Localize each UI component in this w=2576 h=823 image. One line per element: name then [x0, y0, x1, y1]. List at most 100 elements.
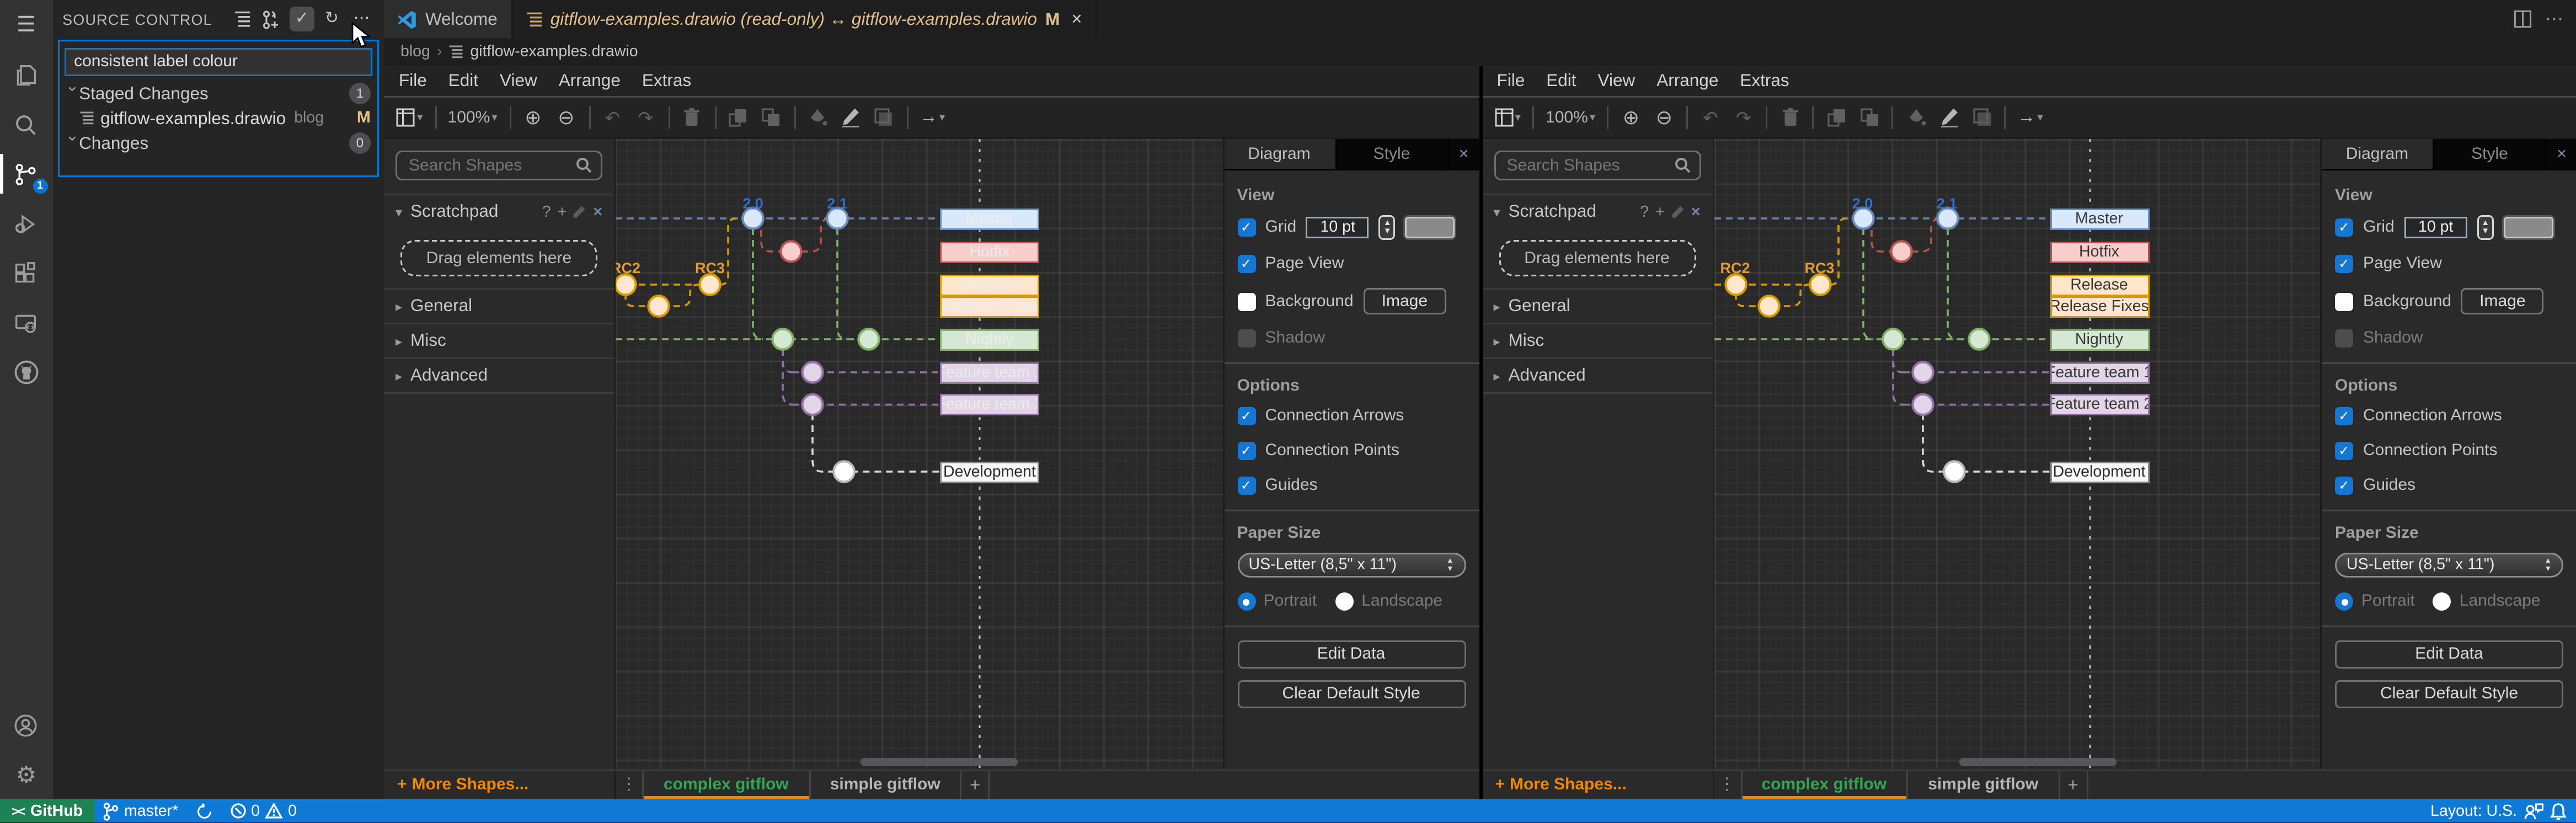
- scratchpad-dropzone[interactable]: Drag elements here: [1499, 240, 1696, 276]
- zoom-out-icon[interactable]: ⊖: [555, 104, 577, 131]
- run-debug-icon[interactable]: [0, 199, 52, 248]
- branch-label-hotfix[interactable]: Hotfix: [2050, 241, 2149, 263]
- staged-changes-row[interactable]: › Staged Changes 1: [52, 81, 384, 106]
- scratchpad-close-icon[interactable]: ×: [1691, 203, 1701, 221]
- menu-view[interactable]: View: [500, 71, 537, 91]
- redo-icon[interactable]: ↷: [635, 104, 656, 131]
- branch-label-hotfix[interactable]: Hotfix: [940, 241, 1039, 263]
- menu-arrange[interactable]: Arrange: [1656, 71, 1718, 91]
- grid-checkbox[interactable]: ✓: [2335, 218, 2353, 237]
- tab-diagram[interactable]: Diagram: [1224, 139, 1337, 169]
- zoom-out-icon[interactable]: ⊖: [1653, 104, 1675, 131]
- fill-color-icon[interactable]: [1905, 104, 1926, 131]
- guides-checkbox[interactable]: ✓: [2335, 477, 2353, 495]
- staged-file-row[interactable]: gitflow-examples.drawio blog M: [52, 106, 384, 131]
- page-tab-complex-gitflow[interactable]: complex gitflow: [1740, 771, 1907, 799]
- menu-arrange[interactable]: Arrange: [559, 71, 621, 91]
- grid-size-input[interactable]: 10 pt: [2404, 217, 2467, 238]
- paper-size-select[interactable]: US-Letter (8,5" x 11") ▲▼: [2335, 553, 2563, 578]
- connection-style-icon[interactable]: →▾: [2017, 104, 2043, 131]
- edit-data-button[interactable]: Edit Data: [2335, 640, 2563, 669]
- connection-style-icon[interactable]: →▾: [920, 104, 945, 131]
- tab-style[interactable]: Style: [1337, 139, 1449, 169]
- grid-checkbox[interactable]: ✓: [1237, 218, 1255, 237]
- horizontal-scrollbar[interactable]: [861, 758, 1018, 766]
- diagram-canvas[interactable]: RC2 RC3 2.0 2.1 Master Hotfix Release Re…: [1714, 139, 2321, 769]
- menu-extras[interactable]: Extras: [1740, 71, 1789, 91]
- format-close-icon[interactable]: ×: [2547, 139, 2576, 169]
- branch-label-release[interactable]: Release: [2050, 274, 2149, 296]
- format-close-icon[interactable]: ×: [1449, 139, 1479, 169]
- scratchpad-section[interactable]: ▾ Scratchpad ? + ×: [1482, 194, 1712, 228]
- explorer-icon[interactable]: [0, 50, 52, 99]
- scratchpad-help-icon[interactable]: ?: [542, 203, 551, 221]
- scratchpad-edit-icon[interactable]: [1671, 205, 1685, 218]
- sync-button[interactable]: [186, 802, 221, 820]
- delete-icon[interactable]: [681, 104, 703, 131]
- account-icon[interactable]: [0, 700, 52, 750]
- tab-style[interactable]: Style: [2434, 139, 2547, 169]
- redo-icon[interactable]: ↷: [1733, 104, 1754, 131]
- more-shapes-button[interactable]: + More Shapes...: [1482, 771, 1714, 799]
- clear-default-style-button[interactable]: Clear Default Style: [2335, 680, 2563, 708]
- connection-points-checkbox[interactable]: ✓: [2335, 442, 2353, 460]
- line-color-icon[interactable]: [1938, 104, 1959, 131]
- pages-menu-icon[interactable]: ⋮: [1714, 771, 1740, 799]
- shapes-section-advanced[interactable]: ▸ Advanced: [1482, 357, 1712, 392]
- shapes-section-misc[interactable]: ▸ Misc: [1482, 323, 1712, 357]
- portrait-radio[interactable]: [1237, 592, 1255, 611]
- connection-points-checkbox[interactable]: ✓: [1237, 442, 1255, 460]
- commit-message-input[interactable]: [64, 48, 372, 76]
- editor-more-actions-icon[interactable]: ⋯: [2545, 8, 2563, 30]
- branch-label-development[interactable]: Development: [940, 461, 1039, 483]
- portrait-radio[interactable]: [2335, 592, 2353, 611]
- page-tab-simple-gitflow[interactable]: simple gitflow: [1906, 771, 2058, 799]
- undo-icon[interactable]: ↶: [1699, 104, 1721, 131]
- breadcrumb[interactable]: blog › gitflow-examples.drawio: [384, 39, 2576, 66]
- to-back-icon[interactable]: [761, 104, 782, 131]
- delete-icon[interactable]: [1779, 104, 1800, 131]
- landscape-radio[interactable]: [1335, 592, 1353, 611]
- tab-welcome[interactable]: Welcome: [384, 0, 512, 39]
- image-button[interactable]: Image: [1364, 288, 1446, 314]
- split-editor-icon[interactable]: [2514, 10, 2532, 28]
- branch-label-feature-team-2[interactable]: Feature team 2: [2050, 394, 2149, 415]
- branch-label-development[interactable]: Development: [2050, 461, 2149, 483]
- branch-label-feature-team-1[interactable]: Feature team 1: [940, 362, 1039, 383]
- shapes-section-general[interactable]: ▸ General: [384, 288, 614, 323]
- branch-label-nightly[interactable]: Nightly: [2050, 329, 2149, 350]
- shape-search[interactable]: [1494, 151, 1701, 180]
- changes-row[interactable]: › Changes 0: [52, 131, 384, 156]
- feedback-icon[interactable]: [2524, 802, 2543, 820]
- view-as-list-icon[interactable]: [230, 7, 255, 31]
- page-view-checkbox[interactable]: ✓: [1237, 255, 1255, 273]
- scratchpad-section[interactable]: ▾ Scratchpad ? + ×: [384, 194, 614, 228]
- shadow-checkbox[interactable]: [2335, 329, 2353, 348]
- to-front-icon[interactable]: [1825, 104, 1847, 131]
- guides-checkbox[interactable]: ✓: [1237, 477, 1255, 495]
- background-checkbox[interactable]: [2335, 292, 2353, 311]
- menu-extras[interactable]: Extras: [642, 71, 691, 91]
- scratchpad-help-icon[interactable]: ?: [1640, 203, 1649, 221]
- connection-arrows-checkbox[interactable]: ✓: [2335, 407, 2353, 425]
- shapes-section-general[interactable]: ▸ General: [1482, 288, 1712, 323]
- line-color-icon[interactable]: [840, 104, 862, 131]
- branch-label-feature-team-1[interactable]: Feature team 1: [2050, 362, 2149, 383]
- page-tab-simple-gitflow[interactable]: simple gitflow: [809, 771, 960, 799]
- extensions-icon[interactable]: [0, 248, 52, 298]
- branch-label-nightly[interactable]: Nightly: [940, 329, 1039, 350]
- page-tab-complex-gitflow[interactable]: complex gitflow: [642, 771, 809, 799]
- scratchpad-add-icon[interactable]: +: [558, 203, 567, 221]
- scratchpad-close-icon[interactable]: ×: [593, 203, 602, 221]
- menu-file[interactable]: File: [1497, 71, 1525, 91]
- branch-label-feature-team-2[interactable]: Feature team 2: [940, 394, 1039, 415]
- zoom-level-dropdown[interactable]: 100%▾: [1546, 104, 1595, 131]
- page-view-icon[interactable]: ▾: [1494, 104, 1521, 131]
- commit-graph-icon[interactable]: [260, 7, 285, 31]
- to-back-icon[interactable]: [1858, 104, 1880, 131]
- image-button[interactable]: Image: [2461, 288, 2543, 314]
- branch-label-release-fixes[interactable]: Release Fixes: [2050, 296, 2149, 317]
- branch-label-release[interactable]: Release: [940, 274, 1039, 296]
- menu-edit[interactable]: Edit: [1546, 71, 1576, 91]
- landscape-radio[interactable]: [2433, 592, 2451, 611]
